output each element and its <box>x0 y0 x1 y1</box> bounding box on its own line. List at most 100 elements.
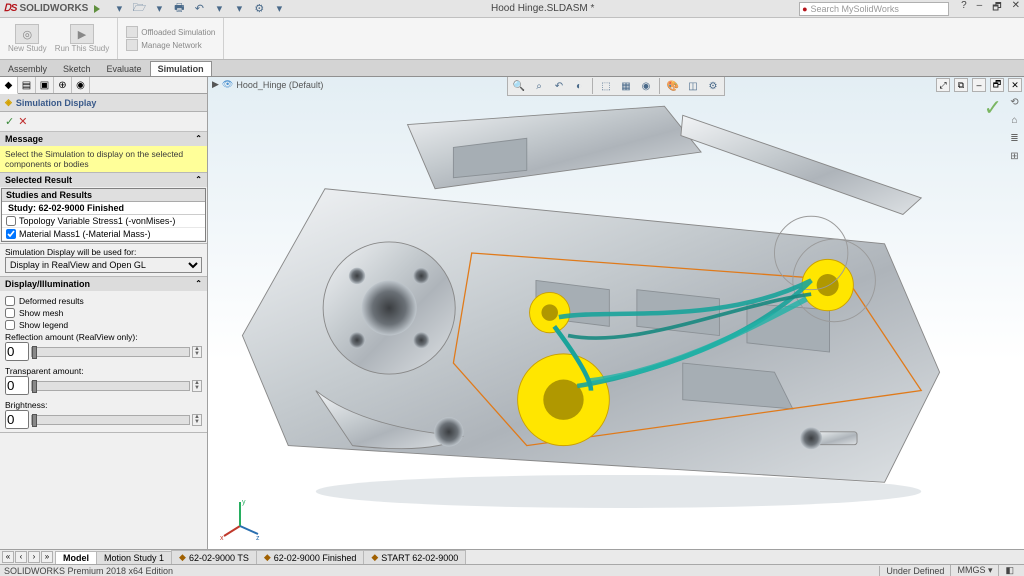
view-settings-icon[interactable]: ⚙ <box>705 78 721 94</box>
home-icon[interactable]: ⌂ <box>1007 113 1022 128</box>
tree-study[interactable]: Study: 62-02-9000 Finished <box>2 202 205 215</box>
tab-finished[interactable]: ◆62-02-9000 Finished <box>256 550 364 564</box>
reflection-spin[interactable]: ▲▼ <box>192 346 202 358</box>
status-units[interactable]: MMGS ▾ <box>950 565 998 576</box>
panel-tab-display[interactable]: ▣ <box>36 77 54 93</box>
new-doc-icon[interactable]: ▾ <box>112 2 126 16</box>
deformed-check[interactable] <box>5 296 15 306</box>
offloaded-icon <box>126 26 138 38</box>
transparent-label: Transparent amount: <box>5 366 202 376</box>
edit-appearance-icon[interactable]: 🎨 <box>665 78 681 94</box>
minimize-icon[interactable]: – <box>977 0 983 17</box>
eye-icon: 👁 <box>222 79 233 90</box>
tab-ts[interactable]: ◆62-02-9000 TS <box>171 550 257 564</box>
tab-simulation[interactable]: Simulation <box>150 61 212 76</box>
panel-tab-config[interactable]: ▤ <box>18 77 36 93</box>
section-head-illum[interactable]: Display/Illumination⌃ <box>0 277 207 291</box>
help-icon[interactable]: ? <box>961 0 967 17</box>
view-orient-icon[interactable]: ⬚ <box>598 78 614 94</box>
viewport[interactable]: 🔍 ⌕ ↶ ◐ ⬚ ▦ ◉ 🎨 ◫ ⚙ ⤢ ⧉ – 🗗 ✕ ▶ 👁 Hood_H… <box>208 77 1024 549</box>
ribbon-group-study: ◎ New Study ▶ Run This Study <box>0 18 118 59</box>
brightness-slider[interactable] <box>31 415 190 425</box>
vp-pop-icon[interactable]: ⤢ <box>936 78 950 92</box>
restore-icon[interactable]: 🗗 <box>992 0 1001 17</box>
panel-tabs: ◆ ▤ ▣ ⊕ ◉ <box>0 77 207 94</box>
ribbon-group-offload: Offloaded Simulation Manage Network <box>118 18 224 59</box>
cancel-button[interactable]: ✕ <box>18 115 27 128</box>
tab-last-icon[interactable]: » <box>41 551 53 563</box>
display-style-icon[interactable]: ▦ <box>618 78 634 94</box>
section-head-message[interactable]: Message⌃ <box>0 132 207 146</box>
brightness-spin[interactable]: ▲▼ <box>192 414 202 426</box>
vp-close-icon[interactable]: ✕ <box>1008 78 1022 92</box>
transparent-value[interactable] <box>5 376 29 395</box>
status-custom[interactable]: ◧ <box>998 565 1020 576</box>
svg-text:y: y <box>242 499 246 506</box>
layers-icon[interactable]: ≣ <box>1007 131 1022 146</box>
rebuild-icon[interactable]: ▾ <box>232 2 246 16</box>
section-usedfor: Simulation Display will be used for: Dis… <box>0 244 207 277</box>
status-defined: Under Defined <box>879 566 950 576</box>
print-icon[interactable]: 🖶 <box>172 2 186 16</box>
section-illumination: Display/Illumination⌃ Deformed results S… <box>0 277 207 433</box>
app-logo: ᎠS SOLIDWORKS <box>4 3 100 14</box>
tab-assembly[interactable]: Assembly <box>0 61 55 76</box>
result-topology[interactable]: Topology Variable Stress1 (-vonMises-) <box>2 215 205 228</box>
new-study-button[interactable]: ◎ New Study <box>8 24 47 53</box>
view-triad[interactable]: x y z <box>218 496 263 541</box>
search-input[interactable]: ● Search MySolidWorks <box>799 2 949 16</box>
used-for-select[interactable]: Display in RealView and Open GL <box>5 257 202 273</box>
options-icon[interactable]: ⚙ <box>252 2 266 16</box>
tab-motion[interactable]: Motion Study 1 <box>96 551 172 564</box>
panel-header: ◈ Simulation Display <box>0 94 207 112</box>
tab-start[interactable]: ◆START 62-02-9000 <box>363 550 466 564</box>
zoom-fit-icon[interactable]: 🔍 <box>511 78 527 94</box>
vp-min-icon[interactable]: – <box>972 78 986 92</box>
open-icon[interactable]: 🗁 <box>132 2 146 16</box>
save-icon[interactable]: ▾ <box>152 2 166 16</box>
grid-icon[interactable]: ⊞ <box>1007 149 1022 164</box>
reflection-value[interactable] <box>5 342 29 361</box>
tab-sketch[interactable]: Sketch <box>55 61 99 76</box>
section-head-selected[interactable]: Selected Result⌃ <box>0 173 207 187</box>
close-icon[interactable]: ✕ <box>1012 0 1020 17</box>
ok-button[interactable]: ✓ <box>5 115 14 128</box>
run-study-button[interactable]: ▶ Run This Study <box>55 24 110 53</box>
vp-dock-icon[interactable]: ⧉ <box>954 78 968 92</box>
svg-text:z: z <box>256 535 260 541</box>
panel-tab-feature[interactable]: ◆ <box>0 77 18 94</box>
transparent-spin[interactable]: ▲▼ <box>192 380 202 392</box>
mode-tabs: Assembly Sketch Evaluate Simulation <box>0 60 1024 77</box>
manage-network-button[interactable]: Manage Network <box>126 39 215 51</box>
tab-next-icon[interactable]: › <box>28 551 40 563</box>
panel-tab-other[interactable]: ◉ <box>72 77 90 93</box>
offloaded-sim-button[interactable]: Offloaded Simulation <box>126 26 215 38</box>
hide-show-icon[interactable]: ◉ <box>638 78 654 94</box>
brightness-value[interactable] <box>5 410 29 429</box>
vp-max-icon[interactable]: 🗗 <box>990 78 1004 92</box>
dropdown-icon[interactable]: ▾ <box>272 2 286 16</box>
reset-icon[interactable]: ⟲ <box>1007 95 1022 110</box>
tab-prev-icon[interactable]: ‹ <box>15 551 27 563</box>
prev-view-icon[interactable]: ↶ <box>551 78 567 94</box>
undo-icon[interactable]: ↶ <box>192 2 206 16</box>
viewport-toolbar: 🔍 ⌕ ↶ ◐ ⬚ ▦ ◉ 🎨 ◫ ⚙ <box>507 77 725 96</box>
section-view-icon[interactable]: ◐ <box>571 78 587 94</box>
play-icon[interactable] <box>94 5 100 13</box>
transparent-slider[interactable] <box>31 381 190 391</box>
tab-model[interactable]: Model <box>55 551 97 564</box>
viewport-breadcrumb[interactable]: ▶ 👁 Hood_Hinge (Default) <box>212 79 323 90</box>
reflection-slider[interactable] <box>31 347 190 357</box>
tab-first-icon[interactable]: « <box>2 551 14 563</box>
result-mass-check[interactable] <box>6 229 16 239</box>
tab-evaluate[interactable]: Evaluate <box>99 61 150 76</box>
panel-tab-sim[interactable]: ⊕ <box>54 77 72 93</box>
message-body: Select the Simulation to display on the … <box>0 146 207 172</box>
redo-icon[interactable]: ▾ <box>212 2 226 16</box>
show-legend-check[interactable] <box>5 320 15 330</box>
result-mass[interactable]: Material Mass1 (-Material Mass-) <box>2 228 205 241</box>
apply-scene-icon[interactable]: ◫ <box>685 78 701 94</box>
result-topology-check[interactable] <box>6 216 16 226</box>
zoom-area-icon[interactable]: ⌕ <box>531 78 547 94</box>
show-mesh-check[interactable] <box>5 308 15 318</box>
